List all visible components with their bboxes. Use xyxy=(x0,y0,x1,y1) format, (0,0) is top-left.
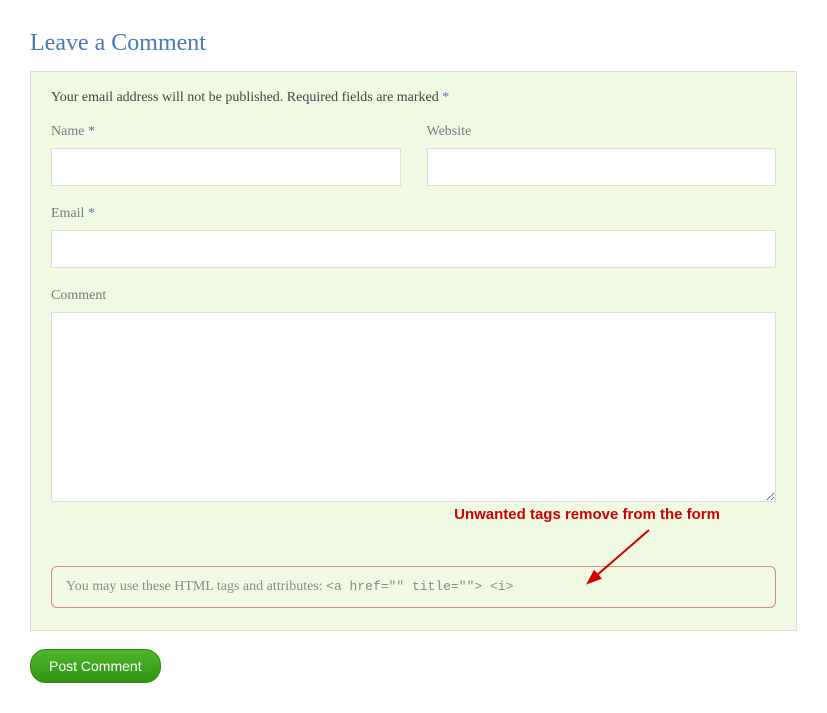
comment-form-box: Your email address will not be published… xyxy=(30,71,797,631)
star-icon: * xyxy=(88,124,95,139)
field-comment: Comment xyxy=(51,288,776,502)
field-name: Name * xyxy=(51,124,401,186)
hint-text: You may use these HTML tags and attribut… xyxy=(66,579,326,594)
label-name-text: Name xyxy=(51,124,88,139)
row-comment: Comment xyxy=(51,288,776,502)
required-note: Your email address will not be published… xyxy=(51,90,776,106)
annotation-text: Unwanted tags remove from the form xyxy=(454,506,720,523)
label-comment: Comment xyxy=(51,288,776,304)
row-email: Email * xyxy=(51,206,776,268)
label-name: Name * xyxy=(51,124,401,140)
allowed-tags-hint: You may use these HTML tags and attribut… xyxy=(51,566,776,608)
input-name[interactable] xyxy=(51,148,401,186)
annotation-wrap: Unwanted tags remove from the form xyxy=(51,506,776,556)
hint-code: <a href="" title=""> <i> xyxy=(326,579,513,594)
required-star-icon: * xyxy=(442,90,449,105)
input-website[interactable] xyxy=(427,148,777,186)
field-email: Email * xyxy=(51,206,776,268)
field-website: Website xyxy=(427,124,777,186)
post-comment-button[interactable]: Post Comment xyxy=(30,649,161,683)
textarea-comment[interactable] xyxy=(51,312,776,502)
label-website: Website xyxy=(427,124,777,140)
form-heading: Leave a Comment xyxy=(30,30,797,57)
row-name-website: Name * Website xyxy=(51,124,776,186)
input-email[interactable] xyxy=(51,230,776,268)
required-note-text: Your email address will not be published… xyxy=(51,90,442,105)
label-email: Email * xyxy=(51,206,776,222)
star-icon: * xyxy=(88,206,95,221)
label-email-text: Email xyxy=(51,206,88,221)
